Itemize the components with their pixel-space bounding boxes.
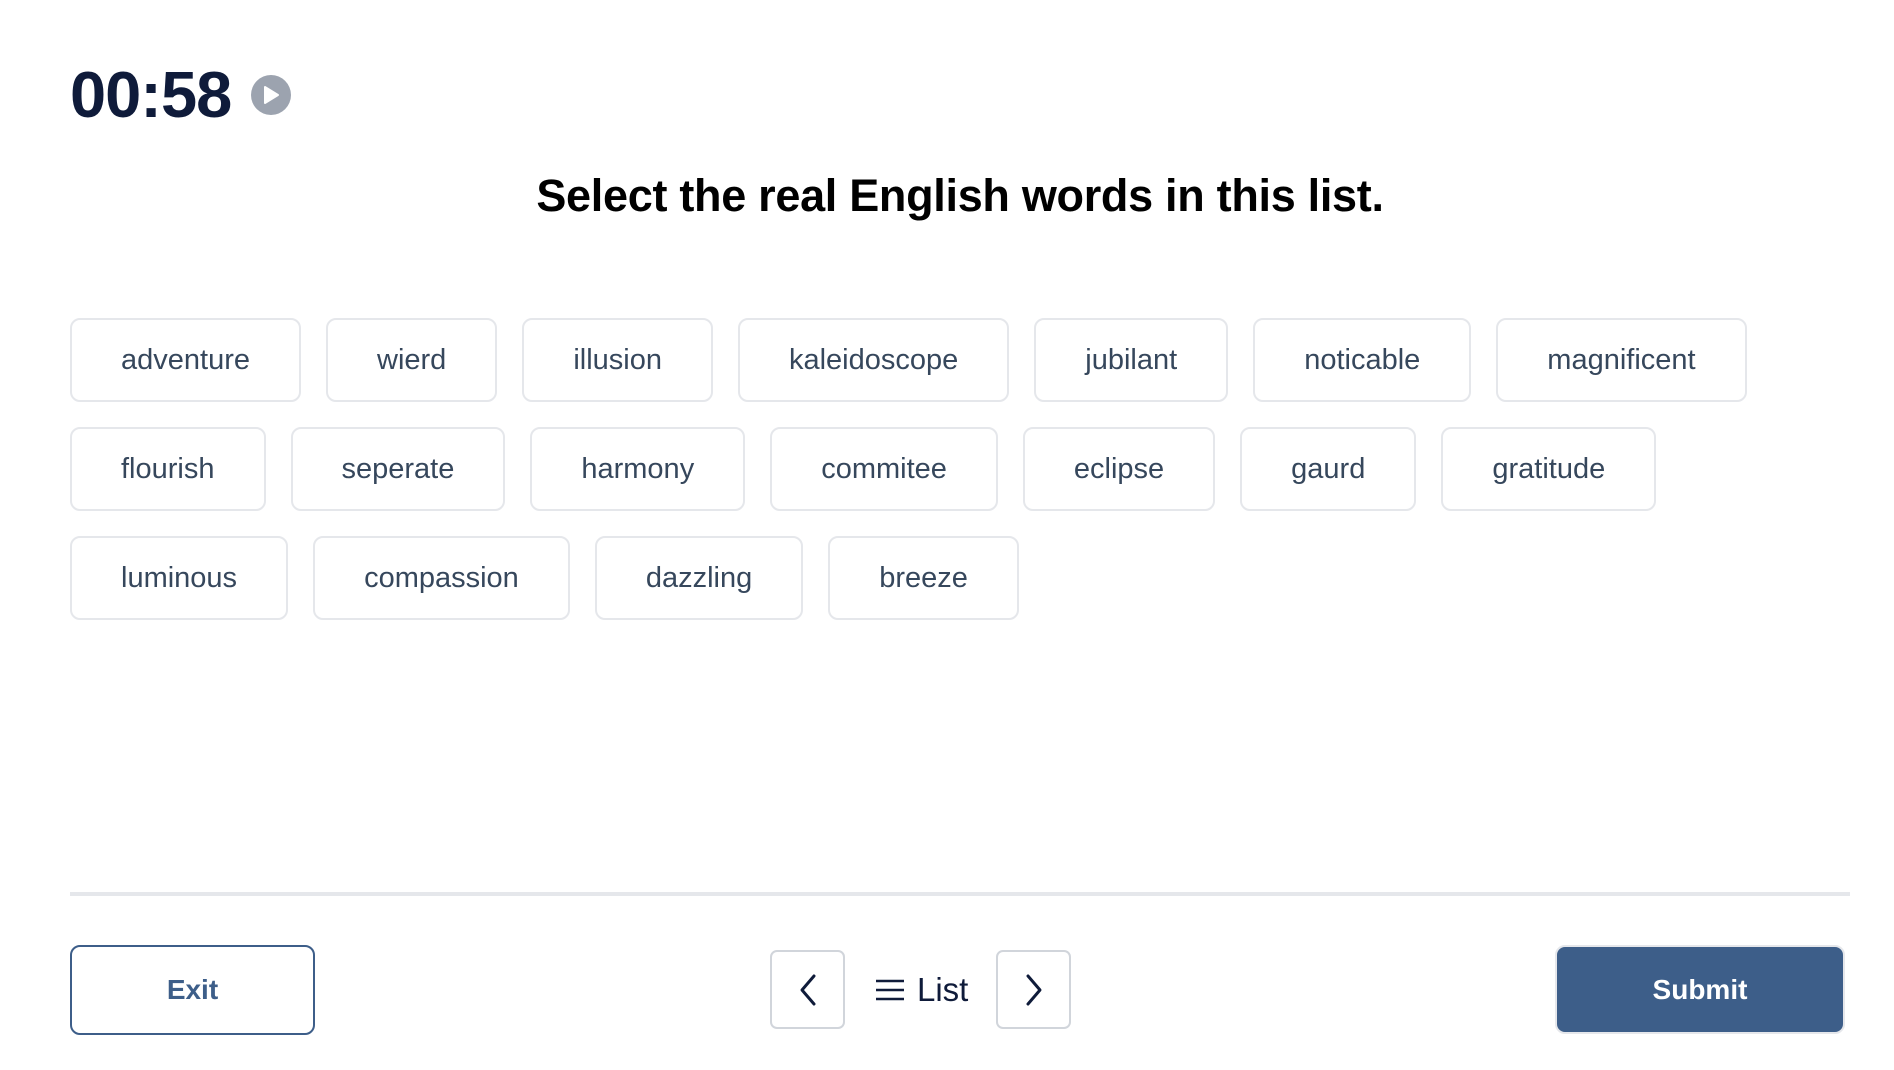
question-navigation: List xyxy=(770,950,1072,1029)
word-option[interactable]: seperate xyxy=(290,427,506,511)
submit-button[interactable]: Submit xyxy=(1555,945,1845,1034)
next-button[interactable] xyxy=(996,950,1072,1029)
question-prompt: Select the real English words in this li… xyxy=(536,170,1384,221)
menu-icon xyxy=(876,979,904,1000)
previous-button[interactable] xyxy=(770,950,845,1029)
play-icon[interactable] xyxy=(251,74,292,115)
footer-divider xyxy=(70,892,1850,896)
chevron-left-icon xyxy=(800,974,815,1005)
word-option[interactable]: harmony xyxy=(530,427,746,511)
word-option[interactable]: dazzling xyxy=(594,536,804,620)
chevron-right-icon xyxy=(1026,974,1042,1005)
exit-button[interactable]: Exit xyxy=(70,945,315,1035)
word-option[interactable]: gaurd xyxy=(1240,427,1417,511)
word-options: adventure wierd illusion kaleidoscope ju… xyxy=(70,318,1860,620)
word-option[interactable]: noticable xyxy=(1253,318,1472,402)
word-option[interactable]: gratitude xyxy=(1441,427,1657,511)
word-option[interactable]: adventure xyxy=(70,318,301,402)
word-option[interactable]: wierd xyxy=(326,318,498,402)
list-view-button[interactable]: List xyxy=(875,971,968,1009)
word-option[interactable]: illusion xyxy=(522,318,713,402)
countdown-timer: 00:58 xyxy=(70,58,232,131)
word-option[interactable]: magnificent xyxy=(1496,318,1747,402)
word-option[interactable]: jubilant xyxy=(1034,318,1229,402)
word-option[interactable]: flourish xyxy=(70,427,266,511)
word-option[interactable]: kaleidoscope xyxy=(737,318,1010,402)
list-label: List xyxy=(917,970,969,1008)
timer-area: 00:58 xyxy=(70,58,292,131)
word-option[interactable]: compassion xyxy=(313,536,570,620)
word-option[interactable]: eclipse xyxy=(1022,427,1216,511)
word-option[interactable]: luminous xyxy=(70,536,289,620)
word-option[interactable]: commitee xyxy=(770,427,998,511)
word-option[interactable]: breeze xyxy=(828,536,1019,620)
